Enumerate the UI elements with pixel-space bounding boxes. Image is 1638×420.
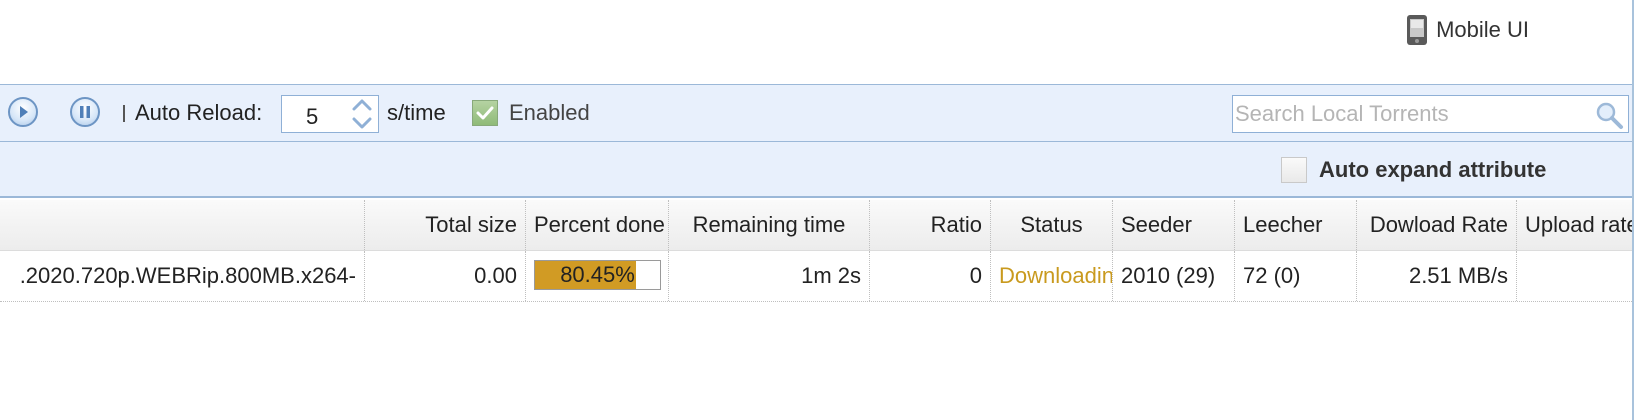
column-header-download-rate[interactable]: Dowload Rate <box>1357 200 1517 250</box>
cell-total-size: 0.00 <box>365 251 526 301</box>
cell-seeder: 2010 (29) <box>1113 251 1235 301</box>
auto-reload-value[interactable]: 5 <box>306 104 318 130</box>
auto-reload-label: Auto Reload: <box>135 100 263 125</box>
attribute-bar: Auto expand attribute <box>0 142 1632 198</box>
spinner-arrows-icon[interactable] <box>346 96 378 132</box>
panel-right-border <box>1632 0 1634 420</box>
enabled-label: Enabled <box>509 100 590 125</box>
cell-percent-done: 80.45% <box>526 251 669 301</box>
cell-remaining-time: 1m 2s <box>669 251 870 301</box>
column-header-name[interactable] <box>0 200 365 250</box>
column-header-status[interactable]: Status <box>991 200 1113 250</box>
cell-status: Downloading <box>991 251 1113 301</box>
progress-text: 80.45% <box>560 262 635 287</box>
column-header-remaining-time[interactable]: Remaining time <box>669 200 870 250</box>
cell-ratio: 0 <box>870 251 991 301</box>
enabled-checkbox[interactable] <box>472 100 498 126</box>
cell-name: .2020.720p.WEBRip.800MB.x264- <box>0 251 365 301</box>
column-header-ratio[interactable]: Ratio <box>870 200 991 250</box>
mobile-phone-icon <box>1407 15 1428 45</box>
table-row[interactable]: .2020.720p.WEBRip.800MB.x264- 0.00 80.45… <box>0 251 1632 302</box>
auto-expand-label: Auto expand attribute <box>1319 157 1547 182</box>
pause-button[interactable] <box>70 97 100 127</box>
mobile-ui-link[interactable]: Mobile UI <box>1406 14 1529 46</box>
column-header-percent-done[interactable]: Percent done <box>526 200 669 250</box>
mobile-ui-label: Mobile UI <box>1436 17 1529 42</box>
cell-download-rate: 2.51 MB/s <box>1357 251 1517 301</box>
toolbar-separator <box>123 105 125 122</box>
play-button[interactable] <box>8 97 38 127</box>
checkmark-icon <box>476 106 494 120</box>
column-header-upload-rate[interactable]: Upload rate <box>1517 200 1632 250</box>
column-header-total-size[interactable]: Total size <box>365 200 526 250</box>
table-header: Total size Percent done Remaining time R… <box>0 200 1632 251</box>
auto-reload-spinner[interactable]: 5 <box>281 95 379 133</box>
magnifier-icon[interactable] <box>1594 100 1624 130</box>
search-box <box>1232 95 1629 133</box>
column-header-leecher[interactable]: Leecher <box>1235 200 1357 250</box>
toolbar: Auto Reload: 5 s/time Enabled <box>0 84 1632 142</box>
play-icon <box>20 106 28 118</box>
page-header: Mobile UI <box>0 0 1638 84</box>
cell-leecher: 72 (0) <box>1235 251 1357 301</box>
column-header-seeder[interactable]: Seeder <box>1113 200 1235 250</box>
search-input[interactable] <box>1233 96 1585 132</box>
cell-upload-rate <box>1517 251 1632 301</box>
auto-expand-checkbox[interactable] <box>1281 157 1307 183</box>
torrent-table: Total size Percent done Remaining time R… <box>0 200 1632 302</box>
progress-bar: 80.45% <box>534 260 661 290</box>
pause-icon <box>80 106 90 118</box>
reload-unit-label: s/time <box>387 100 446 125</box>
